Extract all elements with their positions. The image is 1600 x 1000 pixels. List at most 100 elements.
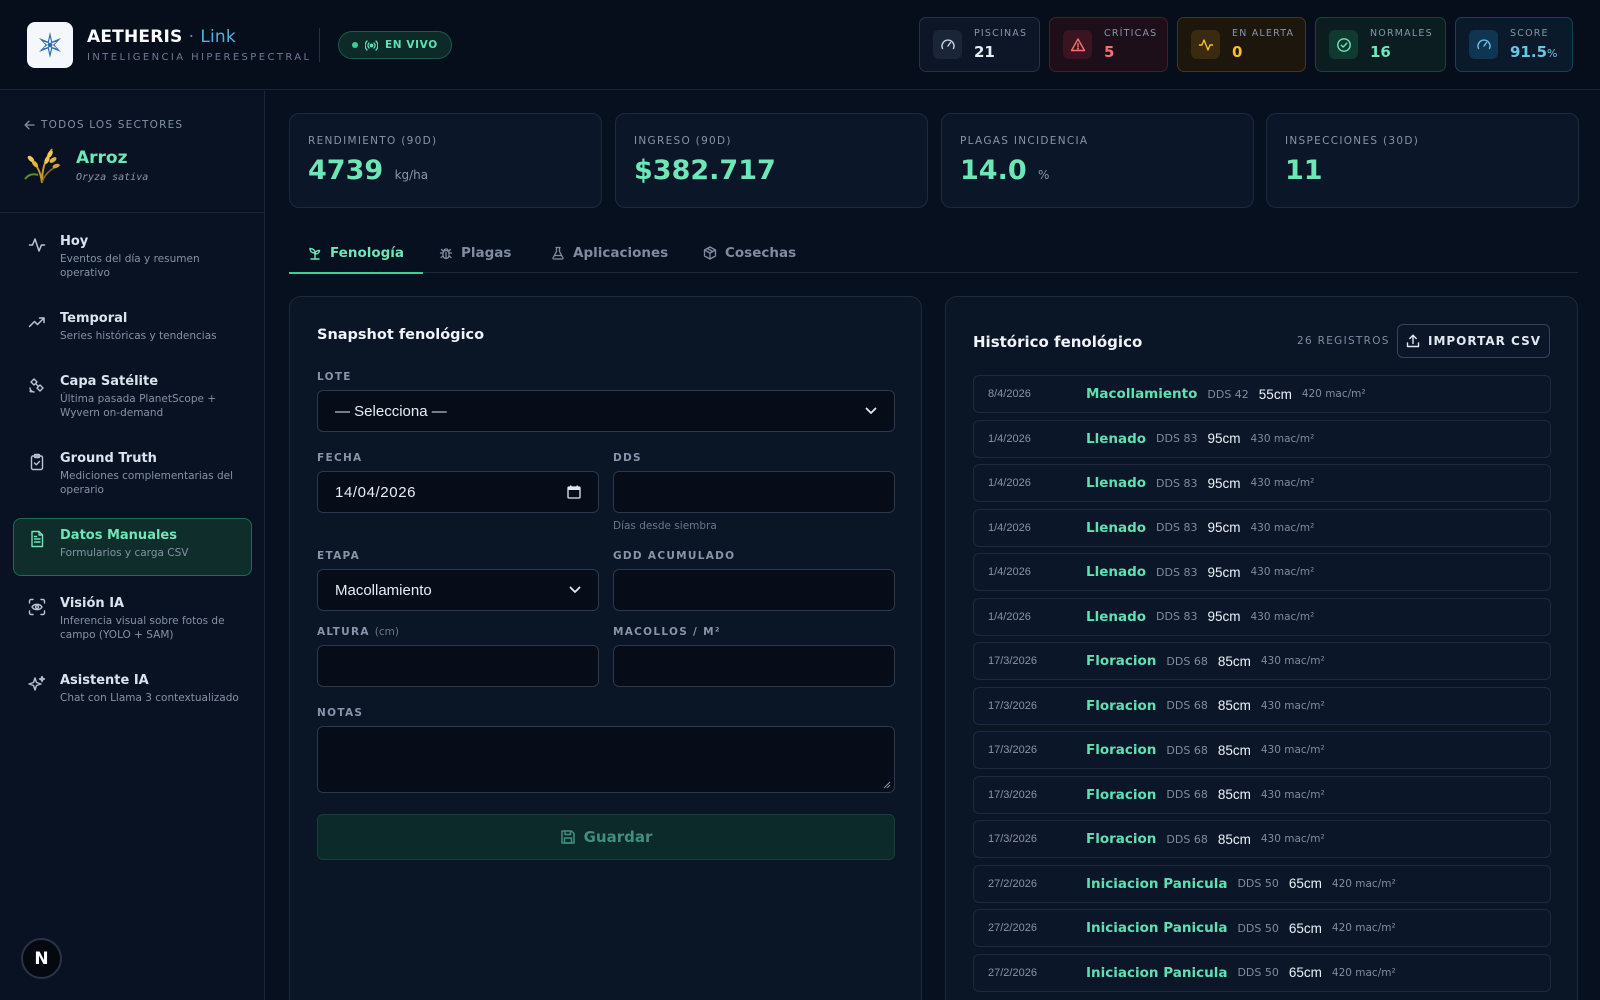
history-row[interactable]: 1/4/2026 Llenado DDS 83 95cm 430 mac/m² — [973, 597, 1551, 636]
brand-dot: · — [188, 27, 195, 47]
sidebar-item-title: Ground Truth — [60, 451, 157, 466]
row-date: 1/4/2026 — [988, 432, 1031, 445]
history-row[interactable]: 8/4/2026 Macollamiento DDS 42 55cm 420 mac/m… — [973, 375, 1551, 413]
sidebar-item-title: Datos Manuales — [60, 528, 177, 543]
row-stage: Macollamiento — [1086, 386, 1198, 402]
gauge-icon — [940, 38, 955, 49]
kpi-label: INGRESO (90D) — [634, 135, 732, 147]
stat-icon-box — [1329, 30, 1358, 59]
tab-plagas[interactable]: Plagas — [439, 232, 511, 273]
sidebar-item-asistente-ia[interactable]: Asistente IA Chat con Llama 3 contextual… — [13, 663, 252, 716]
row-stage: Iniciacion Panicula — [1086, 964, 1228, 981]
check-circle-icon — [1336, 37, 1351, 52]
row-height: 85cm — [1217, 787, 1251, 802]
stat-unit: % — [1547, 47, 1558, 60]
history-row[interactable]: 17/3/2026 Floracion DDS 68 85cm 430 mac/m² — [973, 820, 1551, 858]
sidebar-item-hoy[interactable]: Hoy Eventos del día y resumen operativo — [13, 224, 252, 291]
history-row[interactable]: 27/2/2026 Iniciacion Panicula DDS 50 65cm 42… — [973, 909, 1551, 947]
kpi-label: INSPECCIONES (30D) — [1285, 135, 1420, 147]
import-csv-button[interactable]: IMPORTAR CSV — [1397, 324, 1550, 358]
history-row[interactable]: 1/4/2026 Llenado DDS 83 95cm 430 mac/m² — [973, 508, 1551, 547]
save-button[interactable]: Guardar — [317, 814, 895, 860]
n-avatar-badge[interactable]: N — [21, 938, 62, 979]
row-date: 27/2/2026 — [988, 966, 1037, 979]
sidebar-item-ground-truth[interactable]: Ground Truth Mediciones complementarias … — [13, 441, 252, 508]
row-height: 65cm — [1288, 920, 1322, 936]
kpi-value: $382.717 — [634, 155, 776, 186]
stat-icon-box — [1191, 30, 1220, 59]
file-text-icon — [31, 530, 44, 548]
history-row[interactable]: 17/3/2026 Floracion DDS 68 85cm 430 mac/m² — [973, 731, 1551, 769]
row-stage: Floracion — [1086, 831, 1157, 847]
row-height: 85cm — [1217, 698, 1251, 713]
notas-textarea[interactable] — [317, 726, 895, 793]
stat-normales[interactable]: NORMALES 16 — [1315, 17, 1446, 72]
dds-input[interactable] — [613, 471, 895, 513]
history-row[interactable]: 1/4/2026 Llenado DDS 83 95cm 430 mac/m² — [973, 553, 1551, 591]
row-density: 430 mac/m² — [1260, 699, 1325, 712]
sidebar-item-temporal[interactable]: Temporal Series históricas y tendencias — [13, 301, 252, 354]
kpi-value: 4739 — [308, 155, 384, 186]
history-row[interactable]: 1/4/2026 Llenado DDS 83 95cm 430 mac/m² — [973, 419, 1551, 458]
row-dds: DDS 50 — [1237, 877, 1279, 890]
sidebar-item-vision-ia[interactable]: Visión IA Inferencia visual sobre fotos … — [13, 586, 252, 653]
history-row[interactable]: 1/4/2026 Llenado DDS 83 95cm 430 mac/m² — [973, 464, 1551, 502]
fecha-label: FECHA — [317, 452, 363, 464]
row-stage: Iniciacion Panicula — [1086, 875, 1228, 892]
kpi-card-ingreso: INGRESO (90D) $382.717 — [615, 113, 928, 208]
row-density: 420 mac/m² — [1331, 922, 1396, 934]
tab-cosechas[interactable]: Cosechas — [703, 232, 796, 273]
history-row[interactable]: 17/3/2026 Floracion DDS 68 85cm 430 mac/m² — [973, 686, 1551, 725]
stat-piscinas[interactable]: PISCINAS 21 — [919, 17, 1040, 72]
sidebar-item-desc: Formularios y carga CSV — [60, 547, 189, 559]
etapa-select[interactable]: Macollamiento — [317, 569, 599, 611]
history-row[interactable]: 17/3/2026 Floracion DDS 68 85cm 430 mac/m² — [973, 775, 1551, 814]
satellite-icon — [29, 378, 44, 393]
upload-icon — [1406, 334, 1420, 348]
kpi-value: 11 — [1285, 155, 1323, 186]
app-logo[interactable] — [27, 22, 73, 68]
sidebar-item-capa-satelite[interactable]: Capa Satélite Última pasada PlanetScope … — [13, 364, 252, 431]
row-dds: DDS 83 — [1156, 521, 1198, 534]
row-stage: Llenado — [1086, 564, 1147, 580]
history-record-count: 26 REGISTROS — [1297, 335, 1390, 347]
history-row[interactable]: 27/2/2026 Iniciacion Panicula DDS 50 65cm 42… — [973, 864, 1551, 903]
row-stage: Floracion — [1086, 697, 1157, 714]
gauge-icon — [1476, 38, 1491, 49]
stat-en-alerta[interactable]: EN ALERTA 0 — [1177, 17, 1306, 72]
history-row[interactable]: 17/3/2026 Floracion DDS 68 85cm 430 mac/m² — [973, 642, 1551, 680]
calendar-icon[interactable] — [567, 485, 581, 499]
sidebar-item-title: Visión IA — [60, 596, 125, 611]
stat-icon-box — [933, 30, 962, 59]
gdd-label: GDD ACUMULADO — [613, 550, 736, 562]
row-density: 420 mac/m² — [1301, 388, 1366, 400]
macollos-label: MACOLLOS / M² — [613, 626, 721, 638]
activity-icon — [28, 238, 46, 252]
macollos-input[interactable] — [613, 645, 895, 687]
history-row[interactable]: 27/2/2026 Iniciacion Panicula DDS 50 65cm 42… — [973, 953, 1551, 992]
row-density: 420 mac/m² — [1331, 966, 1396, 979]
tab-label: Plagas — [461, 244, 512, 261]
row-density: 430 mac/m² — [1260, 788, 1325, 801]
tab-fenologia[interactable]: Fenología — [288, 232, 424, 274]
gdd-input[interactable] — [613, 569, 895, 611]
brand-title: AETHERIS · Link — [87, 27, 312, 47]
stat-value: 91.5 — [1510, 43, 1548, 61]
tab-aplicaciones[interactable]: Aplicaciones — [551, 232, 668, 273]
alert-triangle-icon — [1070, 37, 1085, 51]
fecha-input[interactable]: 14/04/2026 — [317, 471, 599, 513]
lote-value: — Selecciona — — [335, 402, 447, 420]
lote-select[interactable]: — Selecciona — — [317, 390, 895, 432]
kpi-unit: % — [1038, 168, 1050, 182]
altura-input[interactable] — [317, 645, 599, 687]
arrow-left-icon — [24, 120, 35, 130]
stat-criticas[interactable]: CRÍTICAS 5 — [1049, 17, 1168, 72]
back-to-sectors-link[interactable]: TODOS LOS SECTORES — [24, 119, 183, 131]
stat-score[interactable]: SCORE 91.5% — [1455, 17, 1573, 72]
row-height: 65cm — [1288, 876, 1322, 891]
sparkles-icon — [28, 675, 46, 691]
row-height: 85cm — [1217, 831, 1251, 847]
sidebar-item-datos-manuales[interactable]: Datos Manuales Formularios y carga CSV — [13, 518, 252, 576]
resize-handle-icon[interactable] — [883, 781, 891, 789]
sidebar-item-desc: Última pasada PlanetScope + Wyvern on-de… — [60, 393, 217, 419]
